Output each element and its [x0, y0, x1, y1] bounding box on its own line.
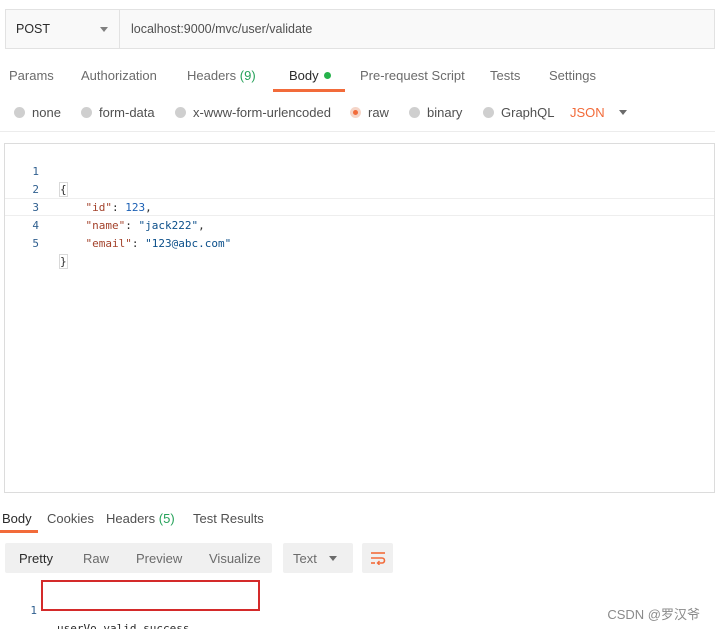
url-input[interactable]: localhost:9000/mvc/user/validate — [120, 10, 714, 48]
editor-line: 3 "name": "jack222", — [5, 181, 714, 232]
tab-response-headers[interactable]: Headers (5) — [106, 511, 175, 526]
tab-label: Authorization — [81, 68, 157, 83]
wrap-lines-icon — [370, 552, 385, 565]
radio-none[interactable]: none — [14, 105, 61, 120]
view-preview-button[interactable]: Preview — [136, 551, 182, 566]
request-url-bar: POST localhost:9000/mvc/user/validate — [5, 9, 715, 49]
tab-params[interactable]: Params — [9, 68, 54, 83]
tab-label: Settings — [549, 68, 596, 83]
radio-icon — [409, 107, 420, 118]
radio-icon — [14, 107, 25, 118]
request-tabs: Params Authorization Headers (9) Body Pr… — [0, 60, 715, 92]
response-tabs: Body Cookies Headers (5) Test Results — [0, 508, 715, 534]
highlight-annotation-box — [41, 580, 260, 611]
tab-label: Headers — [187, 68, 237, 83]
tab-count: (9) — [239, 68, 256, 83]
close-brace: } — [59, 254, 68, 269]
tab-label: Pre-request Script — [360, 68, 465, 83]
tab-response-body[interactable]: Body — [2, 511, 32, 526]
tab-settings[interactable]: Settings — [549, 68, 596, 83]
request-body-editor[interactable]: 1 { 2 "id": 123, 3 "name": "jack222", 4 … — [4, 143, 715, 493]
json-key: "email" — [85, 237, 132, 250]
tab-headers[interactable]: Headers (9) — [187, 68, 256, 83]
tab-label: Body — [2, 511, 32, 526]
radio-icon — [81, 107, 92, 118]
radio-label: GraphQL — [501, 105, 555, 120]
method-select[interactable]: POST — [6, 10, 120, 48]
view-raw-button[interactable]: Raw — [83, 551, 109, 566]
json-separator: : — [131, 237, 146, 250]
url-text: localhost:9000/mvc/user/validate — [131, 22, 313, 36]
tab-label: Headers — [106, 511, 156, 526]
editor-line: 2 "id": 123, — [5, 163, 714, 214]
body-format-select[interactable]: JSON — [570, 105, 627, 120]
response-view-modes: Pretty Raw Preview Visualize — [5, 543, 272, 573]
tab-test-results[interactable]: Test Results — [193, 511, 264, 526]
response-format-label: Text — [293, 550, 317, 566]
chevron-down-icon — [328, 555, 337, 561]
tab-label: Cookies — [47, 511, 94, 526]
divider — [0, 131, 715, 132]
tab-tests[interactable]: Tests — [490, 68, 520, 83]
view-visualize-button[interactable]: Visualize — [209, 551, 261, 566]
line-number: 1 — [30, 604, 37, 617]
radio-label: raw — [368, 105, 389, 120]
active-tab-indicator — [273, 89, 345, 92]
tab-label: Tests — [490, 68, 521, 83]
radio-icon — [483, 107, 494, 118]
radio-checked-icon — [350, 107, 361, 118]
method-label: POST — [16, 22, 51, 36]
response-format-select[interactable]: Text — [283, 543, 353, 573]
watermark: CSDN @罗汉爷 — [607, 607, 700, 622]
status-dot-icon — [323, 72, 331, 79]
tab-body[interactable]: Body — [289, 68, 331, 83]
chevron-down-icon — [618, 110, 627, 115]
editor-line: 1 { — [5, 145, 714, 197]
tab-count: (5) — [158, 511, 175, 526]
tab-authorization[interactable]: Authorization — [81, 68, 157, 83]
response-text: userVo valid success — [57, 622, 190, 629]
active-tab-indicator — [0, 530, 38, 533]
radio-binary[interactable]: binary — [409, 105, 462, 120]
radio-form-data[interactable]: form-data — [81, 105, 155, 120]
wrap-lines-button[interactable] — [362, 543, 393, 573]
radio-x-www-form-urlencoded[interactable]: x-www-form-urlencoded — [175, 105, 331, 120]
radio-label: form-data — [99, 105, 155, 120]
radio-label: binary — [427, 105, 463, 120]
radio-label: none — [32, 105, 61, 120]
radio-icon — [175, 107, 186, 118]
tab-label: Params — [9, 68, 54, 83]
editor-line: 5 } — [5, 217, 714, 269]
radio-label: x-www-form-urlencoded — [193, 105, 331, 120]
radio-raw[interactable]: raw — [350, 105, 389, 120]
tab-label: Body — [289, 68, 319, 83]
view-pretty-button[interactable]: Pretty — [19, 551, 53, 566]
chevron-down-icon — [100, 27, 108, 32]
editor-line-current: 4 "email": "123@abc.com" — [5, 198, 714, 250]
line-number: 5 — [32, 237, 39, 250]
body-format-label: JSON — [570, 105, 605, 120]
tab-cookies[interactable]: Cookies — [47, 511, 94, 526]
tab-label: Test Results — [193, 511, 264, 526]
json-value: "123@abc.com" — [145, 237, 232, 250]
tab-pre-request-script[interactable]: Pre-request Script — [360, 68, 465, 83]
radio-graphql[interactable]: GraphQL — [483, 105, 554, 120]
